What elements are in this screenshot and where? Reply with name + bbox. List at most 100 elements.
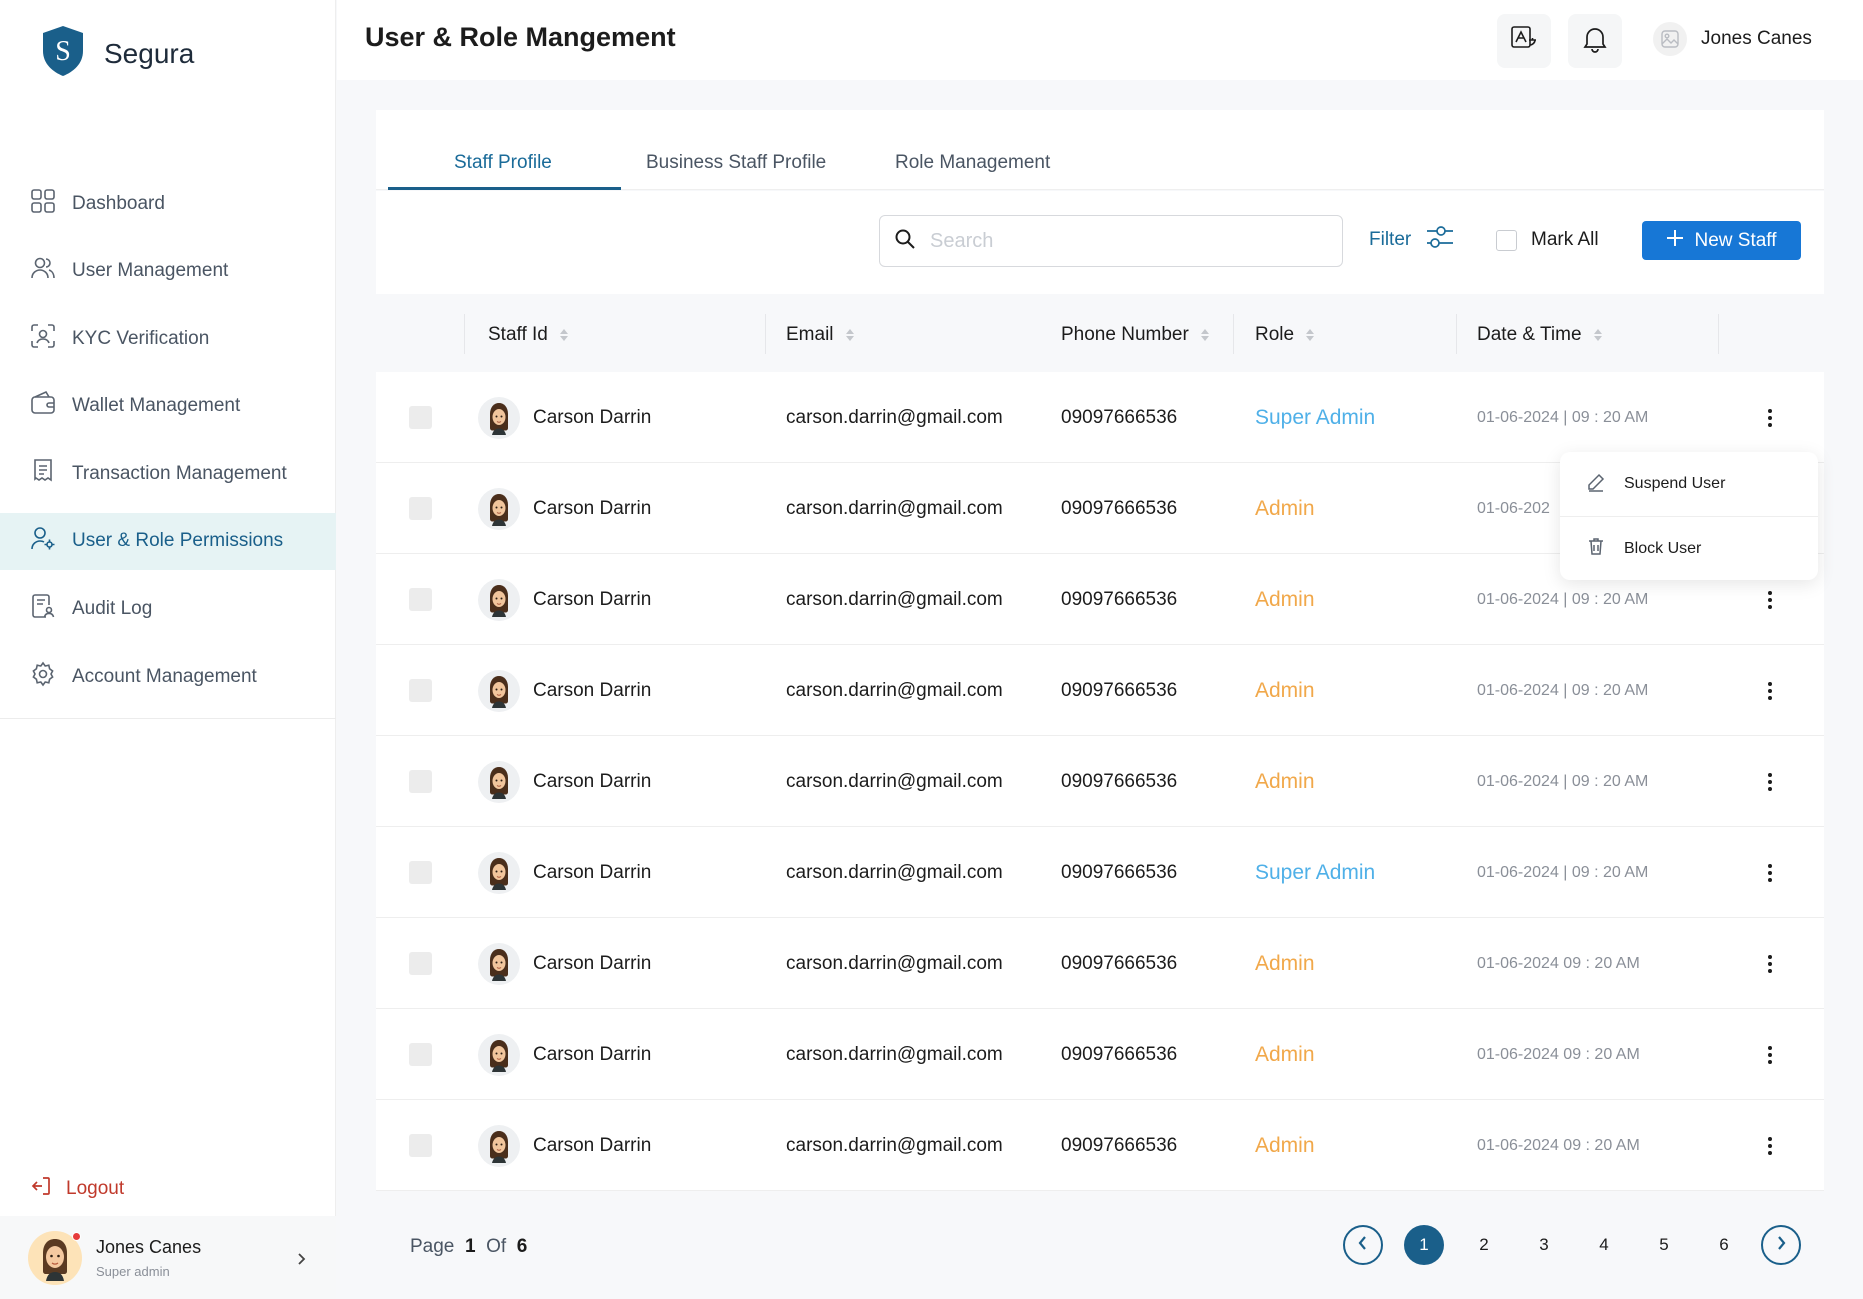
next-page-button[interactable] <box>1761 1225 1801 1265</box>
staff-phone: 09097666536 <box>1061 407 1178 428</box>
table-row[interactable]: Carson Darrin carson.darrin@gmail.com 0909… <box>376 645 1824 736</box>
sidebar-item-transaction-management[interactable]: Transaction Management <box>0 445 336 502</box>
table-row[interactable]: Carson Darrin carson.darrin@gmail.com 0909… <box>376 1009 1824 1100</box>
toolbar: Filter Mark All New Staff <box>376 191 1824 294</box>
table-row[interactable]: Carson Darrin carson.darrin@gmail.com 0909… <box>376 372 1824 463</box>
more-vertical-icon[interactable] <box>1762 1039 1778 1071</box>
logout-icon <box>30 1175 52 1203</box>
row-checkbox[interactable] <box>409 1043 432 1066</box>
sidebar-item-label: Account Management <box>72 665 257 687</box>
more-vertical-icon[interactable] <box>1762 584 1778 616</box>
prev-page-button[interactable] <box>1343 1225 1383 1265</box>
page-number-button[interactable]: 2 <box>1464 1225 1504 1265</box>
row-checkbox[interactable] <box>409 679 432 702</box>
sidebar-item-dashboard[interactable]: Dashboard <box>0 175 336 232</box>
sidebar-item-audit-log[interactable]: Audit Log <box>0 581 336 638</box>
row-checkbox[interactable] <box>409 406 432 429</box>
row-checkbox[interactable] <box>409 770 432 793</box>
mark-all-checkbox[interactable]: Mark All <box>1496 229 1599 251</box>
new-staff-button[interactable]: New Staff <box>1642 221 1801 260</box>
translate-button[interactable] <box>1497 14 1551 68</box>
staff-datetime: 01-06-2024 09 : 20 AM <box>1477 1137 1640 1154</box>
staff-role: Admin <box>1255 679 1315 702</box>
notifications-button[interactable] <box>1568 14 1622 68</box>
column-header-email[interactable]: Email <box>786 324 854 346</box>
filter-button[interactable]: Filter <box>1369 223 1455 257</box>
staff-name: Carson Darrin <box>533 1044 652 1065</box>
staff-phone: 09097666536 <box>1061 680 1178 701</box>
table-row[interactable]: Carson Darrin carson.darrin@gmail.com 0909… <box>376 827 1824 918</box>
staff-email: carson.darrin@gmail.com <box>786 1044 1003 1065</box>
sidebar-item-user-role-permissions[interactable]: User & Role Permissions <box>0 512 336 570</box>
suspend-user-menu-item[interactable]: Suspend User <box>1560 452 1818 516</box>
table-row[interactable]: Carson Darrin carson.darrin@gmail.com 0909… <box>376 1100 1824 1191</box>
tab-staff-profile[interactable]: Staff Profile <box>454 152 552 174</box>
column-header-staff-id[interactable]: Staff Id <box>488 324 568 346</box>
checkbox[interactable] <box>1496 229 1517 251</box>
logout-button[interactable]: Logout <box>30 1175 124 1203</box>
avatar <box>478 1034 520 1076</box>
tab-role-management[interactable]: Role Management <box>895 152 1050 174</box>
staff-role: Admin <box>1255 770 1315 793</box>
staff-phone: 09097666536 <box>1061 589 1178 610</box>
sidebar-item-wallet-management[interactable]: Wallet Management <box>0 378 336 435</box>
row-checkbox[interactable] <box>409 952 432 975</box>
staff-datetime: 01-06-2024 | 09 : 20 AM <box>1477 773 1649 790</box>
staff-name: Carson Darrin <box>533 953 652 974</box>
page-number-button[interactable]: 1 <box>1404 1225 1444 1265</box>
sort-icon <box>1306 329 1315 341</box>
table-row[interactable]: Carson Darrin carson.darrin@gmail.com 0909… <box>376 918 1824 1009</box>
row-checkbox[interactable] <box>409 588 432 611</box>
chevron-left-icon <box>1357 1235 1369 1256</box>
header-user-menu[interactable]: Jones Canes <box>1653 22 1812 56</box>
staff-datetime: 01-06-2024 | 09 : 20 AM <box>1477 864 1649 881</box>
more-vertical-icon[interactable] <box>1762 1130 1778 1162</box>
staff-datetime: 01-06-2024 | 09 : 20 AM <box>1477 591 1649 608</box>
page-number-button[interactable]: 4 <box>1584 1225 1624 1265</box>
page-number-button[interactable]: 3 <box>1524 1225 1564 1265</box>
pencil-icon <box>1586 472 1606 497</box>
staff-name: Carson Darrin <box>533 771 652 792</box>
row-checkbox[interactable] <box>409 1134 432 1157</box>
more-vertical-icon[interactable] <box>1762 766 1778 798</box>
staff-email: carson.darrin@gmail.com <box>786 953 1003 974</box>
column-header-phone[interactable]: Phone Number <box>1061 324 1209 346</box>
block-user-menu-item[interactable]: Block User <box>1560 516 1818 580</box>
row-checkbox[interactable] <box>409 497 432 520</box>
staff-phone: 09097666536 <box>1061 953 1178 974</box>
sidebar-item-account-management[interactable]: Account Management <box>0 648 336 705</box>
page-number-button[interactable]: 6 <box>1704 1225 1744 1265</box>
tab-business-staff-profile[interactable]: Business Staff Profile <box>646 152 826 174</box>
sliders-icon <box>1425 223 1455 257</box>
tab-bar: Staff Profile Business Staff Profile Rol… <box>376 110 1824 190</box>
more-vertical-icon[interactable] <box>1762 857 1778 889</box>
search-input[interactable] <box>930 229 1330 253</box>
table-row[interactable]: Carson Darrin carson.darrin@gmail.com 0909… <box>376 736 1824 827</box>
sidebar-item-user-management[interactable]: User Management <box>0 243 336 300</box>
staff-phone: 09097666536 <box>1061 771 1178 792</box>
column-divider <box>1233 314 1234 354</box>
row-checkbox[interactable] <box>409 861 432 884</box>
more-vertical-icon[interactable] <box>1762 402 1778 434</box>
column-header-date-time[interactable]: Date & Time <box>1477 324 1602 346</box>
divider <box>0 718 336 719</box>
header-user-name: Jones Canes <box>1701 28 1812 49</box>
search-box <box>879 215 1343 267</box>
more-vertical-icon[interactable] <box>1762 948 1778 980</box>
staff-name: Carson Darrin <box>533 498 652 519</box>
column-divider <box>765 314 766 354</box>
sidebar-item-label: Audit Log <box>72 598 153 620</box>
brand[interactable]: S Segura <box>40 24 194 83</box>
page-number-button[interactable]: 5 <box>1644 1225 1684 1265</box>
staff-email: carson.darrin@gmail.com <box>786 1135 1003 1156</box>
staff-phone: 09097666536 <box>1061 1135 1178 1156</box>
page-info: Page 1 Of 6 <box>410 1236 528 1257</box>
more-vertical-icon[interactable] <box>1762 675 1778 707</box>
logout-label: Logout <box>66 1178 125 1199</box>
suspend-user-label: Suspend User <box>1624 475 1726 492</box>
sidebar-profile[interactable]: Jones Canes Super admin <box>0 1216 336 1299</box>
column-header-role[interactable]: Role <box>1255 324 1315 346</box>
filter-label: Filter <box>1369 229 1412 250</box>
sidebar-item-kyc-verification[interactable]: KYC Verification <box>0 310 336 367</box>
brand-name: Segura <box>104 37 195 69</box>
